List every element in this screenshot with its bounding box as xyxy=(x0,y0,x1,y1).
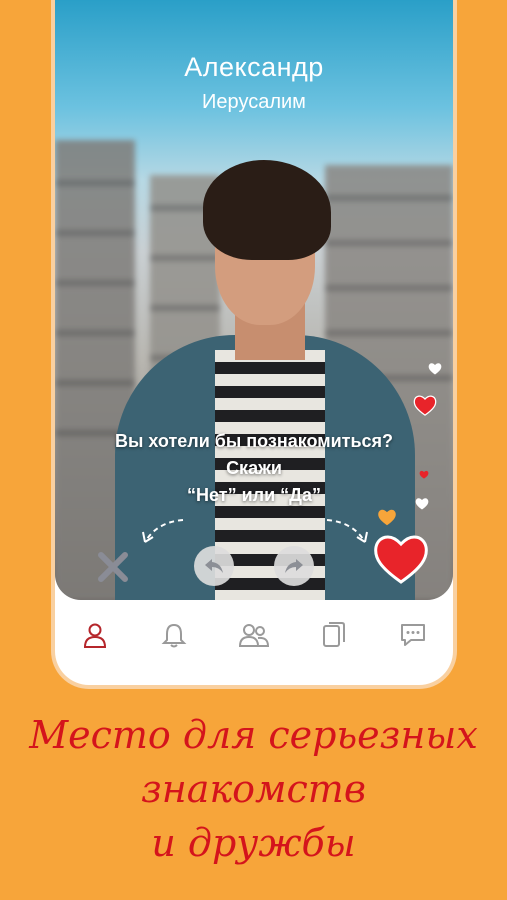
profile-photo[interactable]: Александр Иерусалим Вы хотели бы познако… xyxy=(55,0,453,600)
swipe-arrows xyxy=(142,519,368,543)
undo-button[interactable] xyxy=(194,546,234,586)
tagline-line: знакомств xyxy=(141,767,366,811)
tagline-line: и дружбы xyxy=(151,821,356,865)
people-icon xyxy=(238,624,269,647)
tagline-line: Место для серьезных xyxy=(29,713,478,757)
profile-icon xyxy=(83,623,106,648)
small-heart-icon xyxy=(415,498,429,510)
tagline: Место для серьезных знакомств и дружбы xyxy=(0,708,507,870)
small-heart-icon xyxy=(378,509,396,526)
close-icon[interactable] xyxy=(95,549,131,585)
heart-icon[interactable] xyxy=(373,532,429,584)
redo-icon xyxy=(285,559,303,573)
person-hair xyxy=(203,160,331,260)
small-heart-icon xyxy=(413,395,437,416)
undo-icon xyxy=(205,559,223,573)
prompt-line: Вы хотели бы познакомиться? xyxy=(114,431,394,451)
small-heart-icon xyxy=(428,363,442,375)
tab-cards[interactable] xyxy=(314,615,354,655)
prompt-line: “Нет” или “Да” xyxy=(187,485,321,505)
phone-frame: Александр Иерусалим Вы хотели бы познако… xyxy=(55,0,453,685)
tab-messages[interactable] xyxy=(393,615,433,655)
small-heart-icon xyxy=(419,470,429,479)
match-prompt: Вы хотели бы познакомиться? Скажи “Нет” … xyxy=(55,428,453,509)
bottom-tab-bar xyxy=(55,600,453,670)
tab-notifications[interactable] xyxy=(154,615,194,655)
chat-icon xyxy=(401,624,426,646)
prompt-line: Скажи xyxy=(226,458,282,478)
redo-button[interactable] xyxy=(274,546,314,586)
tab-people[interactable] xyxy=(234,615,274,655)
profile-name: Александр xyxy=(184,52,324,82)
cards-icon xyxy=(322,622,345,647)
bell-icon xyxy=(161,623,187,648)
profile-city: Иерусалим xyxy=(202,91,306,113)
tab-profile[interactable] xyxy=(75,615,115,655)
